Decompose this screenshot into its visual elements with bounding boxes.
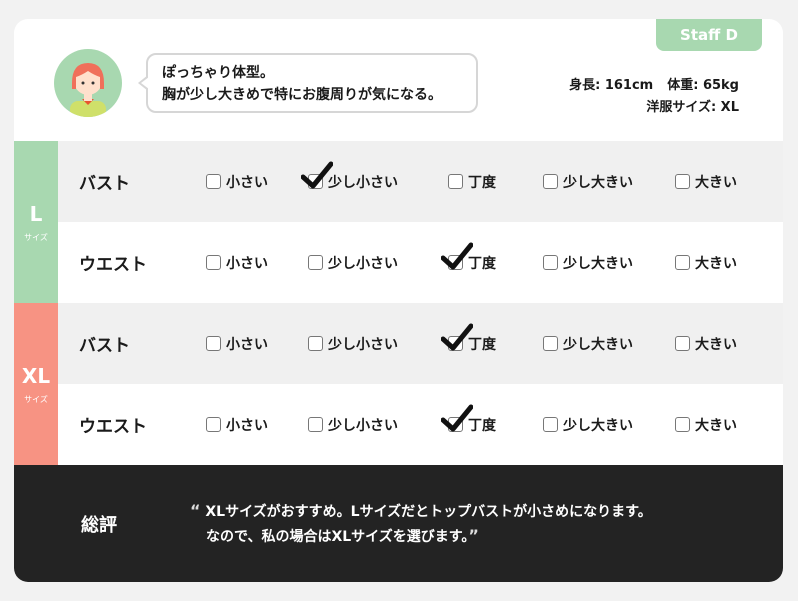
size-label-l: L サイズ <box>14 141 58 303</box>
fit-option-label: 小さい <box>226 174 268 191</box>
clothing-size-stat: 洋服サイズ: XL <box>646 100 739 115</box>
size-group-l: L サイズ バスト 小さい 少し小さい 丁度 少し大きい 大きい ウエスト 小さい 少し小… <box>14 141 783 303</box>
row-label: バスト <box>79 336 130 356</box>
fit-option[interactable]: 大きい <box>675 334 737 354</box>
fit-option[interactable]: 少し小さい <box>308 334 398 354</box>
fit-option-label: 丁度 <box>468 336 496 353</box>
fit-option[interactable]: 小さい <box>206 172 268 192</box>
fit-checkbox[interactable] <box>441 323 473 351</box>
fit-option[interactable]: 少し小さい <box>308 415 398 435</box>
fit-option-label: 小さい <box>226 255 268 272</box>
fit-option-label: 大きい <box>695 417 737 434</box>
fit-option[interactable]: 大きい <box>675 415 737 435</box>
fit-row: ウエスト 小さい 少し小さい 丁度 少し大きい 大きい <box>58 384 783 465</box>
fit-checkbox[interactable] <box>675 336 690 351</box>
fit-option-label: 大きい <box>695 336 737 353</box>
fit-option[interactable]: 少し小さい <box>308 253 398 273</box>
avatar-illustration-icon <box>70 63 106 117</box>
fit-option[interactable]: 少し大きい <box>543 334 633 354</box>
summary-line-1: XLサイズがおすすめ。Lサイズだとトップバストが小さめになります。 <box>205 504 652 520</box>
fit-checkbox[interactable] <box>675 174 690 189</box>
row-label: バスト <box>79 174 130 194</box>
fit-checkbox[interactable] <box>543 174 558 189</box>
fit-checkbox[interactable] <box>441 404 473 432</box>
fit-checkbox[interactable] <box>308 417 323 432</box>
fit-option-label: 小さい <box>226 417 268 434</box>
fit-checkbox[interactable] <box>301 161 333 189</box>
fit-checkbox[interactable] <box>206 417 221 432</box>
fit-option[interactable]: 小さい <box>206 415 268 435</box>
row-label: ウエスト <box>79 417 147 437</box>
summary-text: “ XLサイズがおすすめ。Lサイズだとトップバストが小さめになります。 なので、… <box>190 499 652 549</box>
fit-option-label: 丁度 <box>468 417 496 434</box>
weight-stat: 体重: 65kg <box>667 78 739 93</box>
fit-option[interactable]: 丁度 <box>441 323 496 354</box>
fit-checkbox[interactable] <box>675 255 690 270</box>
fit-option-label: 少し小さい <box>328 336 398 353</box>
fit-checkbox[interactable] <box>206 174 221 189</box>
fit-option-label: 少し大きい <box>563 174 633 191</box>
fit-option-label: 少し大きい <box>563 255 633 272</box>
body-stats: 身長: 161cm 体重: 65kg 洋服サイズ: XL <box>569 75 739 119</box>
avatar <box>54 49 122 117</box>
summary-line-2: なので、私の場合はXLサイズを選びます。 <box>206 529 469 545</box>
size-label-xl: XL サイズ <box>14 303 58 465</box>
fit-checkbox[interactable] <box>206 336 221 351</box>
fit-checkbox[interactable] <box>543 255 558 270</box>
fit-row: バスト 小さい 少し小さい 丁度 少し大きい 大きい <box>58 303 783 384</box>
fit-option-label: 小さい <box>226 336 268 353</box>
fit-checkbox[interactable] <box>543 336 558 351</box>
fit-option[interactable]: 丁度 <box>441 404 496 435</box>
comment-line-2: 胸が少し大きめで特にお腹周りが気になる。 <box>162 87 442 103</box>
fit-option[interactable]: 小さい <box>206 334 268 354</box>
fit-option-label: 少し小さい <box>328 174 398 191</box>
fit-row: ウエスト 小さい 少し小さい 丁度 少し大きい 大きい <box>58 222 783 303</box>
fit-option[interactable]: 丁度 <box>448 172 496 192</box>
fit-option-label: 少し大きい <box>563 336 633 353</box>
fit-checkbox[interactable] <box>441 242 473 270</box>
fit-checkbox[interactable] <box>308 255 323 270</box>
fit-option[interactable]: 大きい <box>675 172 737 192</box>
fit-option[interactable]: 少し大きい <box>543 415 633 435</box>
fit-option[interactable]: 少し小さい <box>301 161 398 192</box>
fit-option[interactable]: 大きい <box>675 253 737 273</box>
fit-checkbox[interactable] <box>308 336 323 351</box>
fit-option-label: 少し小さい <box>328 417 398 434</box>
review-card: Staff D ぽっちゃり体型。 胸が少し大きめで特にお腹周りが気になる。 身長… <box>14 19 783 582</box>
fit-option-label: 丁度 <box>468 255 496 272</box>
staff-tab: Staff D <box>656 19 762 51</box>
row-label: ウエスト <box>79 255 147 275</box>
fit-option[interactable]: 少し大きい <box>543 172 633 192</box>
fit-checkbox[interactable] <box>448 174 463 189</box>
size-group-xl: XL サイズ バスト 小さい 少し小さい 丁度 少し大きい 大きい ウエスト 小さい 少し… <box>14 303 783 465</box>
fit-option-label: 大きい <box>695 255 737 272</box>
fit-option-label: 大きい <box>695 174 737 191</box>
fit-checkbox[interactable] <box>543 417 558 432</box>
fit-option-label: 少し小さい <box>328 255 398 272</box>
open-quote: “ <box>190 501 201 520</box>
fit-option-label: 丁度 <box>468 174 496 191</box>
fit-option[interactable]: 丁度 <box>441 242 496 273</box>
comment-line-1: ぽっちゃり体型。 <box>162 65 274 81</box>
fit-option[interactable]: 少し大きい <box>543 253 633 273</box>
summary-label: 総評 <box>81 515 117 536</box>
height-stat: 身長: 161cm <box>569 78 654 93</box>
fit-option[interactable]: 小さい <box>206 253 268 273</box>
summary-section: 総評 “ XLサイズがおすすめ。Lサイズだとトップバストが小さめになります。 な… <box>14 465 783 582</box>
fit-checkbox[interactable] <box>675 417 690 432</box>
fit-row: バスト 小さい 少し小さい 丁度 少し大きい 大きい <box>58 141 783 222</box>
fit-checkbox[interactable] <box>206 255 221 270</box>
comment-bubble: ぽっちゃり体型。 胸が少し大きめで特にお腹周りが気になる。 <box>138 53 478 113</box>
close-quote: ” <box>468 526 479 545</box>
fit-option-label: 少し大きい <box>563 417 633 434</box>
